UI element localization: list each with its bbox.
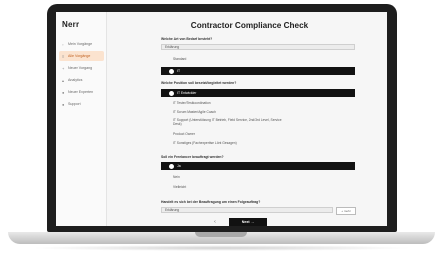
laptop-frame: Nerr ▫ Mein Vorgänge ≡ Alle Vorgänge + Neue…: [0, 0, 443, 261]
list-icon: ≡: [62, 53, 65, 59]
option-label: Product Owner: [173, 132, 195, 136]
question-2-option[interactable]: Product Owner: [161, 132, 355, 136]
option-label: IT Sonstiges (Fachexpertise Lönt Gesagen…: [173, 141, 237, 145]
question-1-input-text: Erklärung: [165, 45, 180, 49]
radio-selected-icon: [169, 68, 174, 74]
question-3-label: Soll ein Freelancer beauftragt werden?: [161, 155, 224, 159]
sidebar-nav: ▫ Mein Vorgänge ≡ Alle Vorgänge + Neuer Vor…: [59, 39, 104, 111]
logo: Nerr: [62, 20, 80, 29]
option-label: Vielleicht: [173, 185, 187, 189]
question-2-label: Welche Position soll besetzt/begleitet w…: [161, 81, 237, 85]
sidebar-item-support[interactable]: ● Support: [59, 99, 104, 109]
question-1-option[interactable]: Standard: [161, 57, 355, 61]
sidebar-item-label: Support: [68, 102, 81, 106]
option-label: IT Tester/Testkoordination: [173, 101, 211, 105]
question-2-option[interactable]: IT Scrum Master/Agile Coach: [161, 110, 355, 114]
laptop-notch: [195, 232, 247, 237]
question-2-option[interactable]: IT Tester/Testkoordination: [161, 101, 355, 105]
add-more-button[interactable]: + mehr: [336, 207, 356, 215]
sidebar-item-label: Neuer Experten: [68, 90, 94, 94]
sidebar-item-meine-vorgaenge[interactable]: ▫ Mein Vorgänge: [59, 39, 104, 49]
question-4-input[interactable]: Erklärung: [161, 207, 333, 213]
question-4-label: Handelt es sich bei der Beauftragung um …: [161, 200, 261, 204]
sidebar-item-label: Neuer Vorgang: [68, 66, 93, 70]
page-title: Contractor Compliance Check: [190, 21, 309, 30]
option-label: IT Scrum Master/Agile Coach: [173, 110, 216, 114]
plus-icon: +: [62, 65, 65, 71]
sidebar-item-alle-vorgaenge[interactable]: ≡ Alle Vorgänge: [59, 51, 104, 61]
file-icon: ▫: [62, 41, 64, 47]
question-3-option[interactable]: Vielleicht: [161, 185, 355, 189]
option-label: Nein: [173, 175, 180, 179]
screen: Nerr ▫ Mein Vorgänge ≡ Alle Vorgänge + Neue…: [56, 12, 387, 226]
sidebar-item-neuer-vorgang[interactable]: + Neuer Vorgang: [59, 63, 104, 73]
sidebar: Nerr ▫ Mein Vorgänge ≡ Alle Vorgänge + Neue…: [56, 12, 107, 226]
option-label: IT Support (Unterstützung IT Betrieb, Fi…: [173, 118, 282, 126]
question-1-selected[interactable]: IT: [161, 67, 355, 75]
next-button[interactable]: Next →: [229, 218, 267, 226]
sidebar-item-label: Analytics: [68, 78, 83, 82]
sidebar-item-neuer-experten[interactable]: ● Neuer Experten: [59, 87, 104, 97]
sidebar-item-analytics[interactable]: ▴ Analytics: [59, 75, 104, 85]
radio-selected-icon: [169, 90, 174, 96]
question-3-selected[interactable]: Ja: [161, 162, 355, 170]
option-label: Standard: [173, 57, 187, 61]
user-icon: ●: [62, 89, 65, 95]
question-1-label: Welche Art von Bedarf besteht?: [161, 37, 213, 41]
back-button[interactable]: ‹: [211, 218, 219, 226]
question-3-option[interactable]: Nein: [161, 175, 355, 179]
radio-selected-icon: [169, 163, 174, 169]
selected-label: Ja: [177, 164, 181, 168]
sidebar-item-label: Mein Vorgänge: [68, 42, 93, 46]
chart-icon: ▴: [62, 77, 65, 83]
selected-label: IT Entwickler: [177, 91, 197, 95]
laptop-shadow: [30, 245, 413, 251]
question-2-option[interactable]: IT Support (Unterstützung IT Betrieb, Fi…: [161, 118, 355, 126]
selected-label: IT: [177, 69, 181, 73]
main-content: Contractor Compliance Check Welche Art v…: [112, 12, 387, 226]
question-1-input[interactable]: Erklärung: [161, 44, 355, 50]
question-2-option[interactable]: IT Sonstiges (Fachexpertise Lönt Gesagen…: [161, 141, 355, 145]
help-icon: ●: [62, 101, 65, 107]
question-4-input-text: Erklärung: [165, 208, 180, 212]
question-2-selected[interactable]: IT Entwickler: [161, 89, 355, 97]
sidebar-item-label: Alle Vorgänge: [68, 54, 91, 58]
